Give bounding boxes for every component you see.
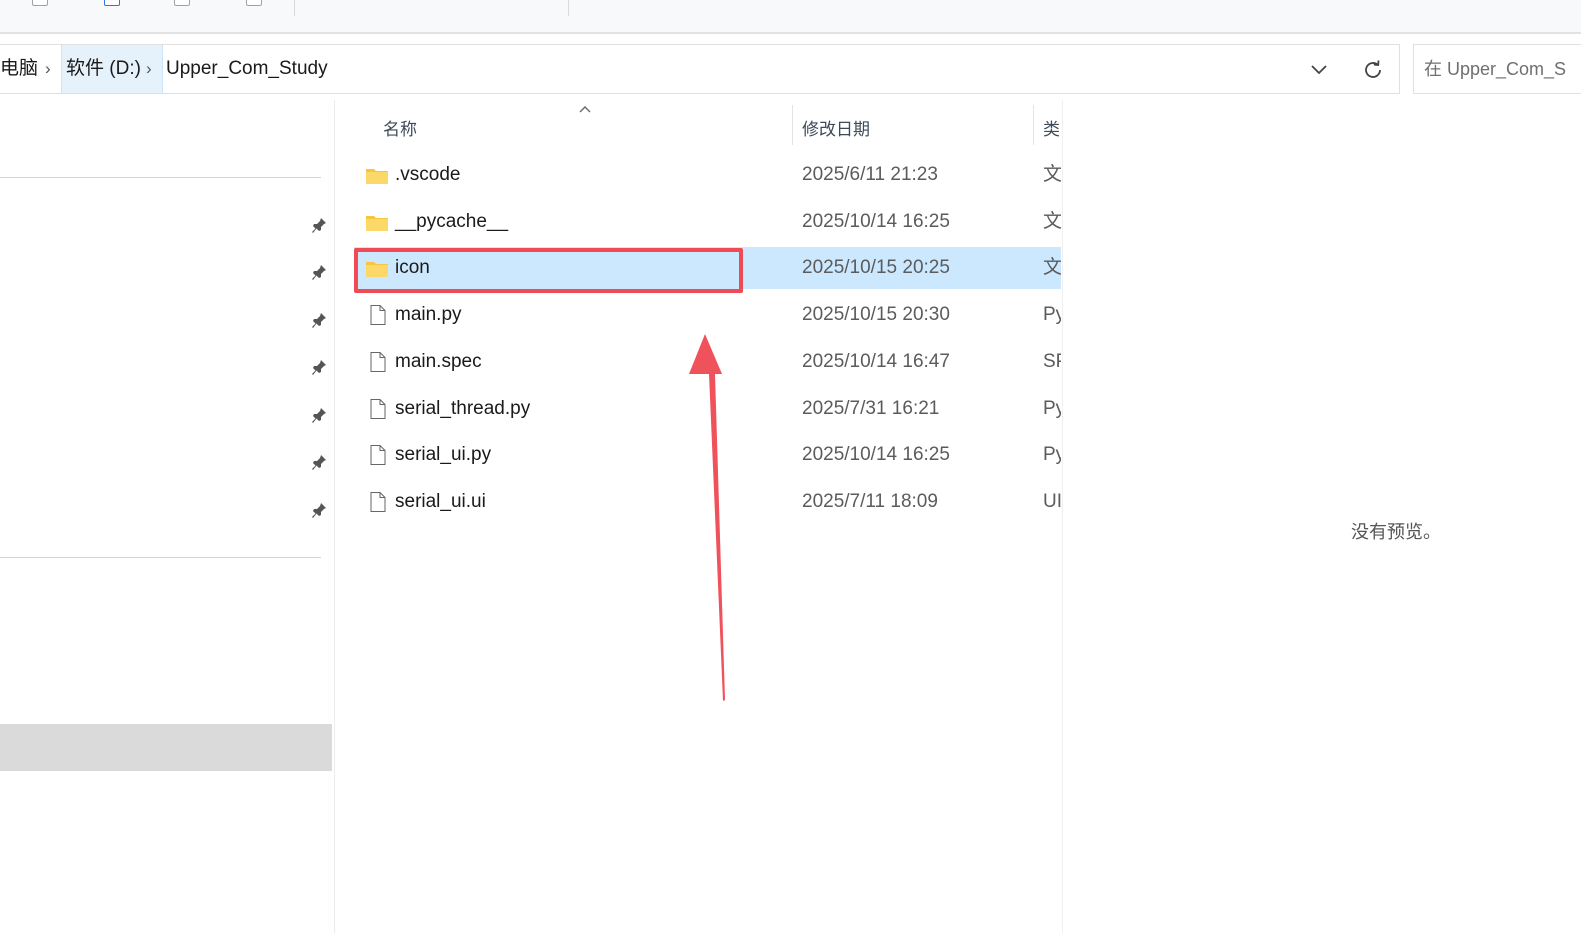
toolbar-divider [568, 0, 569, 16]
file-date-modified: 2025/10/14 16:25 [802, 211, 950, 232]
breadcrumb-this-pc[interactable]: 电脑 [0, 45, 42, 93]
column-header-date-modified[interactable]: 修改日期 [802, 115, 870, 140]
toolbar-divider [294, 0, 295, 16]
file-row-serial-ui-ui[interactable]: serial_ui.ui 2025/7/11 18:09 UI [354, 481, 1061, 523]
file-row-serial-ui-py[interactable]: serial_ui.py 2025/10/14 16:25 Py [354, 434, 1061, 476]
column-divider[interactable] [1033, 105, 1034, 145]
address-bar[interactable]: 电脑 › 软件 (D:) › Upper_Com_Study [0, 44, 1400, 94]
refresh-icon[interactable] [1360, 57, 1386, 83]
column-header-name[interactable]: 名称 [383, 115, 417, 140]
file-row-vscode[interactable]: .vscode 2025/6/11 21:23 文 [354, 154, 1061, 196]
file-icon [370, 305, 386, 325]
pin-icon[interactable] [310, 216, 328, 234]
pin-icon[interactable] [310, 263, 328, 281]
file-type: 文 [1043, 164, 1061, 185]
pin-icon[interactable] [310, 501, 328, 519]
file-type: SP [1043, 351, 1061, 372]
preview-pane: 没有预览。 [1063, 100, 1581, 933]
command-bar [0, 0, 1581, 34]
file-icon [370, 492, 386, 512]
file-name: serial_thread.py [395, 398, 531, 419]
file-date-modified: 2025/7/11 18:09 [802, 491, 938, 512]
breadcrumb-separator[interactable]: › [146, 45, 152, 93]
file-row-pycache[interactable]: __pycache__ 2025/10/14 16:25 文 [354, 201, 1061, 243]
file-type: UI [1043, 491, 1061, 512]
file-name: .vscode [395, 164, 461, 185]
pane-splitter[interactable] [334, 100, 335, 933]
file-date-modified: 2025/10/15 20:25 [802, 257, 950, 278]
file-date-modified: 2025/10/14 16:47 [802, 351, 950, 372]
file-name: main.py [395, 304, 462, 325]
paste-icon[interactable] [104, 0, 120, 6]
folder-icon [366, 262, 388, 277]
file-name: __pycache__ [395, 211, 509, 232]
file-type: Py [1043, 304, 1061, 325]
file-row-icon[interactable]: icon 2025/10/15 20:25 文 [354, 247, 1061, 289]
file-type: 文 [1043, 257, 1061, 278]
no-preview-message: 没有预览。 [1351, 522, 1441, 542]
rename-icon[interactable] [174, 0, 190, 6]
folder-icon [366, 216, 388, 231]
file-date-modified: 2025/10/15 20:30 [802, 304, 950, 325]
sort-ascending-icon [579, 106, 591, 113]
breadcrumb-current-folder[interactable]: Upper_Com_Study [162, 45, 332, 93]
nav-item-selected[interactable] [0, 724, 332, 771]
copy-icon[interactable] [32, 0, 48, 6]
file-name: icon [395, 257, 430, 278]
chevron-down-icon[interactable] [1306, 58, 1332, 80]
file-row-main-spec[interactable]: main.spec 2025/10/14 16:47 SP [354, 341, 1061, 383]
file-type: Py [1043, 398, 1061, 419]
file-icon [370, 399, 386, 419]
column-divider[interactable] [792, 105, 793, 145]
folder-icon [366, 169, 388, 184]
pin-icon[interactable] [310, 311, 328, 329]
pin-icon[interactable] [310, 453, 328, 471]
file-name: serial_ui.ui [395, 491, 486, 512]
pin-icon[interactable] [310, 358, 328, 376]
file-icon [370, 445, 386, 465]
navigation-pane [0, 100, 333, 933]
file-type: 文 [1043, 211, 1061, 232]
file-date-modified: 2025/7/31 16:21 [802, 398, 940, 419]
file-date-modified: 2025/10/14 16:25 [802, 444, 950, 465]
search-box[interactable] [1413, 44, 1581, 94]
file-icon [370, 352, 386, 372]
file-name: serial_ui.py [395, 444, 492, 465]
file-type: Py [1043, 444, 1061, 465]
file-row-main-py[interactable]: main.py 2025/10/15 20:30 Py [354, 294, 1061, 336]
pin-icon[interactable] [310, 406, 328, 424]
file-list: 名称 修改日期 类 .vscode 2025/6/11 21:23 文 __py… [336, 100, 1062, 933]
search-input[interactable] [1414, 45, 1581, 93]
share-icon[interactable] [246, 0, 262, 6]
nav-divider [0, 177, 321, 178]
breadcrumb-separator[interactable]: › [45, 45, 51, 93]
file-name: main.spec [395, 351, 482, 372]
nav-divider [0, 557, 321, 558]
file-row-serial-thread-py[interactable]: serial_thread.py 2025/7/31 16:21 Py [354, 388, 1061, 430]
column-header-type[interactable]: 类 [1043, 115, 1062, 140]
file-date-modified: 2025/6/11 21:23 [802, 164, 938, 185]
